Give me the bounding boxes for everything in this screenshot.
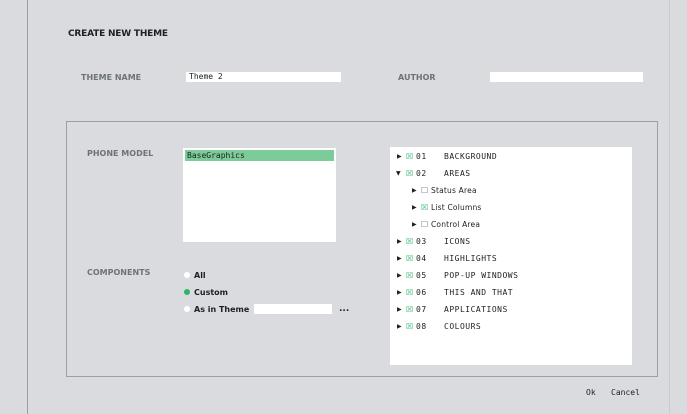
triangle-right-icon[interactable]: ▶ bbox=[397, 286, 402, 300]
tree-item-number: 03 bbox=[416, 237, 427, 246]
tree-item-number: 05 bbox=[416, 271, 427, 280]
theme-name-input[interactable] bbox=[186, 72, 341, 82]
checked-box-icon[interactable]: ☒ bbox=[406, 320, 413, 334]
triangle-right-icon[interactable]: ▶ bbox=[397, 235, 402, 249]
tree-subitem-status-area[interactable]: ▶ ☐ Status Area bbox=[390, 184, 630, 198]
tree-item-label: HIGHLIGHTS bbox=[444, 254, 498, 263]
cancel-button[interactable]: Cancel bbox=[611, 388, 640, 397]
empty-box-icon[interactable]: ☐ bbox=[421, 184, 428, 198]
components-tree: ▶ ☒ 01 BACKGROUND ▼ ☒ 02 AREAS ▶ ☐ Statu… bbox=[390, 147, 632, 365]
tree-item-this-and-that[interactable]: ▶ ☒ 06 THIS AND THAT bbox=[390, 286, 630, 300]
triangle-right-icon[interactable]: ▶ bbox=[397, 320, 402, 334]
tree-item-label: APPLICATIONS bbox=[444, 305, 508, 314]
dialog-title: CREATE NEW THEME bbox=[68, 29, 168, 39]
tree-subitem-label: Status Area bbox=[431, 186, 477, 195]
author-label: AUTHOR bbox=[398, 73, 436, 82]
tree-item-label: COLOURS bbox=[444, 322, 482, 331]
author-input[interactable] bbox=[490, 72, 643, 82]
tree-subitem-list-columns[interactable]: ▶ ☒ List Columns bbox=[390, 201, 630, 215]
tree-item-popup-windows[interactable]: ▶ ☒ 05 POP-UP WINDOWS bbox=[390, 269, 630, 283]
ok-button[interactable]: Ok bbox=[586, 388, 596, 397]
triangle-right-icon[interactable]: ▶ bbox=[397, 252, 402, 266]
tree-item-highlights[interactable]: ▶ ☒ 04 HIGHLIGHTS bbox=[390, 252, 630, 266]
triangle-right-icon[interactable]: ▶ bbox=[397, 150, 402, 164]
tree-item-number: 02 bbox=[416, 169, 427, 178]
triangle-right-icon[interactable]: ▶ bbox=[397, 269, 402, 283]
checked-box-icon[interactable]: ☒ bbox=[406, 235, 413, 249]
components-label: COMPONENTS bbox=[87, 268, 151, 277]
empty-box-icon[interactable]: ☐ bbox=[421, 218, 428, 232]
tree-item-background[interactable]: ▶ ☒ 01 BACKGROUND bbox=[390, 150, 630, 164]
tree-item-number: 08 bbox=[416, 322, 427, 331]
radio-all[interactable] bbox=[184, 272, 190, 278]
triangle-down-icon[interactable]: ▼ bbox=[396, 167, 401, 181]
tree-item-applications[interactable]: ▶ ☒ 07 APPLICATIONS bbox=[390, 303, 630, 317]
tree-item-number: 07 bbox=[416, 305, 427, 314]
tree-item-icons[interactable]: ▶ ☒ 03 ICONS bbox=[390, 235, 630, 249]
checked-box-icon[interactable]: ☒ bbox=[406, 167, 413, 181]
browse-theme-button[interactable]: ... bbox=[339, 304, 349, 314]
tree-subitem-label: Control Area bbox=[431, 220, 481, 229]
triangle-right-icon[interactable]: ▶ bbox=[412, 201, 417, 215]
triangle-right-icon[interactable]: ▶ bbox=[412, 184, 417, 198]
tree-subitem-label: List Columns bbox=[431, 203, 482, 212]
dialog-left-border bbox=[27, 0, 28, 414]
tree-item-number: 06 bbox=[416, 288, 427, 297]
tree-item-number: 04 bbox=[416, 254, 427, 263]
tree-item-number: 01 bbox=[416, 152, 427, 161]
as-in-theme-input[interactable] bbox=[254, 304, 332, 314]
tree-item-label: POP-UP WINDOWS bbox=[444, 271, 519, 280]
phone-model-option[interactable]: BaseGraphics bbox=[185, 150, 334, 161]
checked-box-icon[interactable]: ☒ bbox=[406, 269, 413, 283]
triangle-right-icon[interactable]: ▶ bbox=[412, 218, 417, 232]
checked-box-icon[interactable]: ☒ bbox=[406, 286, 413, 300]
radio-as-in-theme-label: As in Theme bbox=[194, 305, 250, 314]
tree-item-label: BACKGROUND bbox=[444, 152, 498, 161]
checked-box-icon[interactable]: ☒ bbox=[406, 252, 413, 266]
theme-name-label: THEME NAME bbox=[81, 73, 142, 82]
radio-custom[interactable] bbox=[184, 289, 190, 295]
tree-item-colours[interactable]: ▶ ☒ 08 COLOURS bbox=[390, 320, 630, 334]
radio-all-label: All bbox=[194, 271, 206, 280]
tree-item-areas[interactable]: ▼ ☒ 02 AREAS bbox=[390, 167, 630, 181]
radio-custom-label: Custom bbox=[194, 288, 228, 297]
tree-item-label: ICONS bbox=[444, 237, 471, 246]
tree-item-label: AREAS bbox=[444, 169, 471, 178]
phone-model-label: PHONE MODEL bbox=[87, 149, 154, 158]
checked-box-icon[interactable]: ☒ bbox=[406, 150, 413, 164]
tree-subitem-control-area[interactable]: ▶ ☐ Control Area bbox=[390, 218, 630, 232]
checked-box-icon[interactable]: ☒ bbox=[406, 303, 413, 317]
triangle-right-icon[interactable]: ▶ bbox=[397, 303, 402, 317]
tree-item-label: THIS AND THAT bbox=[444, 288, 514, 297]
dialog-right-border bbox=[669, 0, 670, 414]
phone-model-listbox[interactable]: BaseGraphics bbox=[183, 148, 336, 242]
radio-as-in-theme[interactable] bbox=[184, 306, 190, 312]
checked-box-icon[interactable]: ☒ bbox=[421, 201, 428, 215]
